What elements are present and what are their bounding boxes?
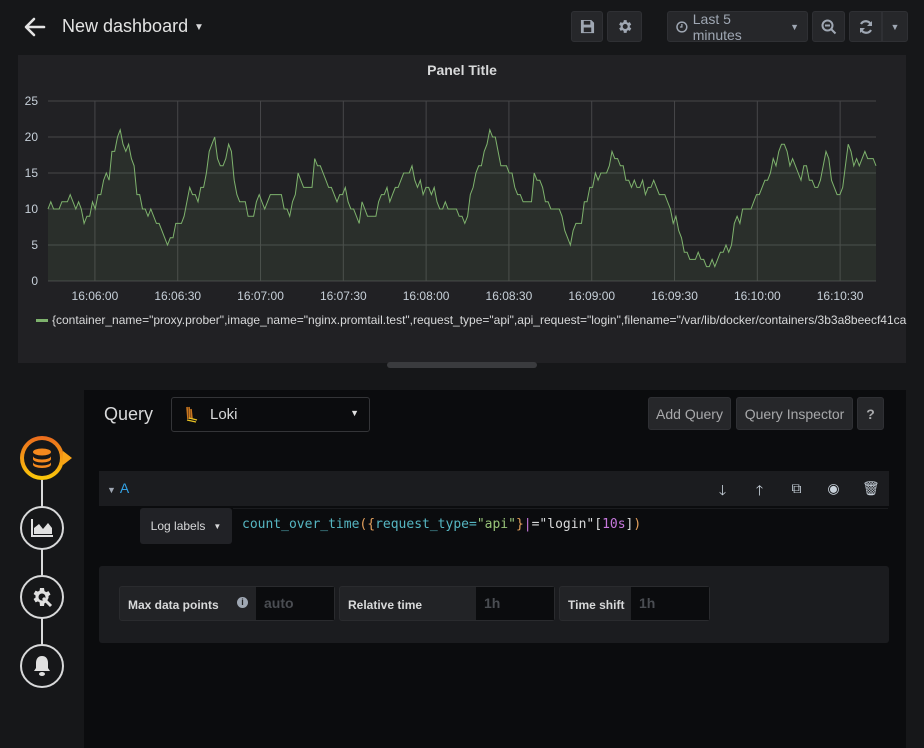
legend-item[interactable]: {container_name="proxy.prober",image_nam… xyxy=(36,313,906,327)
refresh-interval-dropdown[interactable]: ▼ xyxy=(882,11,908,42)
time-shift-field: Time shift 1h xyxy=(559,586,710,621)
time-shift-input[interactable]: 1h xyxy=(631,587,709,620)
refresh-icon xyxy=(859,19,872,34)
legend-swatch xyxy=(36,318,48,322)
move-up-icon[interactable]: 🡑 xyxy=(751,480,768,504)
x-tick-label: 16:08:00 xyxy=(403,289,450,303)
loki-logo-icon xyxy=(186,406,198,423)
info-icon[interactable]: i xyxy=(237,597,248,608)
query-token: 10s xyxy=(602,517,626,532)
zoom-out-button[interactable] xyxy=(812,11,845,42)
x-tick-label: 16:06:00 xyxy=(72,289,119,303)
x-tick-label: 16:10:00 xyxy=(734,289,781,303)
chart: 0 5 10 15 20 25 16:06:00 16:06:30 16:07:00 16:07… xyxy=(25,94,877,303)
query-token: | xyxy=(523,517,532,532)
y-tick-label: 10 xyxy=(25,202,39,216)
log-labels-button[interactable]: Log labels ▼ xyxy=(140,508,232,544)
refresh-button[interactable] xyxy=(849,11,882,42)
max-data-points-field: Max data points i auto xyxy=(119,586,335,621)
duplicate-icon[interactable]: ⧉ xyxy=(788,480,805,504)
sidebar-item-visualization[interactable] xyxy=(20,506,64,550)
y-tick-label: 15 xyxy=(25,166,39,180)
legend-label: {container_name="proxy.prober",image_nam… xyxy=(52,313,907,327)
x-tick-label: 16:06:30 xyxy=(154,289,201,303)
y-tick-label: 0 xyxy=(31,274,38,288)
query-options: Max data points i auto Relative time 1h … xyxy=(99,566,889,643)
query-token: ) xyxy=(633,517,642,532)
query-token: request_type xyxy=(375,517,469,532)
cog-wrench-icon xyxy=(33,588,53,608)
y-tick-label: 20 xyxy=(25,130,39,144)
graph-panel: Panel Title 0 5 10 15 20 25 16:06:00 16:06:30 1… xyxy=(18,55,906,363)
caret-down-icon: ▼ xyxy=(107,485,116,495)
database-icon xyxy=(33,448,51,468)
y-tick-label: 25 xyxy=(25,94,39,108)
active-pointer xyxy=(63,451,72,465)
query-token: } xyxy=(515,517,524,532)
query-token: { xyxy=(367,517,376,532)
relative-time-field: Relative time 1h xyxy=(339,586,555,621)
save-icon xyxy=(580,19,594,34)
caret-down-icon: ▼ xyxy=(350,408,359,418)
max-data-points-input[interactable]: auto xyxy=(256,587,334,620)
relative-time-label: Relative time xyxy=(348,598,423,612)
query-row-header: ▼ A 🡓 🡑 ⧉ ◉ 🗑 xyxy=(99,471,889,506)
x-tick-label: 16:07:30 xyxy=(320,289,367,303)
arrow-left-icon xyxy=(24,17,46,37)
query-tab-title: Query xyxy=(104,404,154,424)
caret-down-icon[interactable]: ▼ xyxy=(194,22,204,33)
time-range-label: Last 5 minutes xyxy=(692,10,742,43)
datasource-select[interactable]: Loki ▼ xyxy=(171,397,370,432)
log-labels-label: Log labels xyxy=(150,519,206,533)
gear-icon xyxy=(619,20,632,33)
panel-resize-handle[interactable] xyxy=(387,362,537,368)
help-button[interactable]: ? xyxy=(857,397,884,430)
dashboard-title[interactable]: New dashboard xyxy=(62,16,188,37)
relative-time-input[interactable]: 1h xyxy=(476,587,554,620)
save-dashboard-button[interactable] xyxy=(571,11,603,42)
query-token: "api" xyxy=(476,517,516,532)
query-token: [ xyxy=(594,517,603,532)
query-row-toggle[interactable]: ▼ A xyxy=(107,480,129,496)
sidebar-item-alert[interactable] xyxy=(20,644,64,688)
x-tick-label: 16:09:30 xyxy=(651,289,698,303)
series-area xyxy=(48,129,876,281)
time-range-picker[interactable]: Last 5 minutes ▼ xyxy=(667,10,808,43)
zoom-out-icon xyxy=(821,19,836,34)
bell-icon xyxy=(34,656,50,676)
query-token: count_over_time xyxy=(242,517,360,532)
y-tick-label: 5 xyxy=(31,238,38,252)
x-tick-label: 16:09:00 xyxy=(568,289,615,303)
query-token: ="login" xyxy=(531,517,595,532)
back-button[interactable] xyxy=(22,14,48,40)
query-inspector-button[interactable]: Query Inspector xyxy=(736,397,853,430)
query-input[interactable]: count_over_time({request_type="api"}|="l… xyxy=(233,508,888,543)
query-ref-id: A xyxy=(119,480,130,496)
move-down-icon[interactable]: 🡓 xyxy=(714,480,731,504)
trash-icon[interactable]: 🗑 xyxy=(862,480,880,504)
sidebar-item-queries[interactable] xyxy=(20,436,64,480)
query-token: = xyxy=(468,517,477,532)
max-data-points-label: Max data points xyxy=(128,598,219,612)
add-query-button[interactable]: Add Query xyxy=(648,397,731,430)
x-tick-label: 16:08:30 xyxy=(486,289,533,303)
x-tick-label: 16:10:30 xyxy=(817,289,864,303)
datasource-name: Loki xyxy=(210,406,238,423)
top-bar: New dashboard ▼ Last 5 minutes ▼ ▼ xyxy=(0,0,924,55)
eye-icon[interactable]: ◉ xyxy=(825,480,842,504)
caret-down-icon: ▼ xyxy=(890,21,900,32)
area-chart-icon xyxy=(31,519,53,537)
dashboard-settings-button[interactable] xyxy=(607,11,642,42)
sidebar-item-general[interactable] xyxy=(20,575,64,619)
clock-icon xyxy=(676,20,688,33)
caret-down-icon: ▼ xyxy=(213,521,222,531)
caret-down-icon: ▼ xyxy=(790,21,799,32)
time-shift-label: Time shift xyxy=(568,598,625,612)
x-tick-label: 16:07:00 xyxy=(237,289,284,303)
